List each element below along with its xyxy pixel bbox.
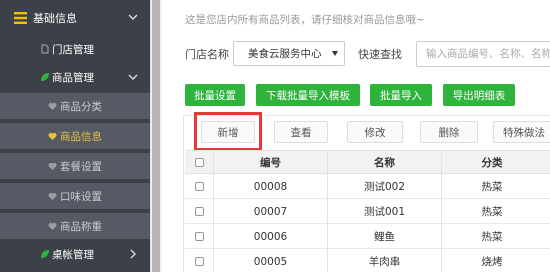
row-checkbox[interactable]	[185, 250, 213, 272]
column-divider	[441, 150, 442, 272]
store-select[interactable]: 美食云服务中心	[233, 41, 345, 66]
download-import-template-button[interactable]: 下载批量导入模板	[256, 84, 360, 106]
column-header-category: 分类	[481, 156, 503, 169]
cell-code: 00008	[253, 180, 288, 193]
sidebar-group-label: 基础信息	[33, 12, 77, 25]
cell-category: 烧烤	[481, 256, 503, 268]
batch-settings-button[interactable]: 批量设置	[185, 84, 245, 106]
select-all-checkbox[interactable]	[185, 151, 213, 173]
sidebar-item-label: 桌帐管理	[52, 248, 94, 261]
cell-code: 00006	[253, 230, 288, 243]
heart-icon	[48, 102, 57, 110]
sidebar: 基础信息 门店管理 商品管理 商品分类 商品信息 套餐设置 口味设置 商品称重 …	[0, 0, 150, 272]
table-row[interactable]: 00006 鲤鱼 热菜	[185, 225, 550, 249]
sidebar-item-label: 商品称重	[60, 220, 102, 233]
sidebar-item-goods-info[interactable]: 商品信息	[0, 123, 150, 149]
sidebar-item-flavor-settings[interactable]: 口味设置	[0, 183, 150, 209]
heart-icon	[48, 162, 57, 170]
leaf-icon	[41, 250, 49, 258]
cell-name: 测试001	[363, 206, 406, 218]
sidebar-item-label: 商品管理	[52, 71, 94, 84]
sidebar-item-table-mgmt[interactable]: 桌帐管理	[0, 241, 150, 267]
cell-name: 鲤鱼	[374, 231, 395, 243]
delete-button[interactable]: 删除	[420, 121, 478, 143]
cell-code: 00007	[253, 205, 288, 218]
checkbox[interactable]	[194, 157, 204, 167]
sidebar-item-label: 套餐设置	[60, 160, 102, 173]
sidebar-item-combo-settings[interactable]: 套餐设置	[0, 153, 150, 179]
row-checkbox[interactable]	[185, 225, 213, 248]
column-header-name: 名称	[374, 156, 395, 169]
cell-category: 热菜	[481, 181, 503, 193]
list-icon	[14, 12, 27, 24]
page-notice: 这是您店内所有商品列表，请仔细核对商品信息哦~	[185, 14, 425, 26]
checkbox[interactable]	[194, 182, 204, 191]
table-header: 编号 名称 分类	[185, 150, 550, 174]
sidebar-item-goods-mgmt[interactable]: 商品管理	[0, 64, 150, 90]
export-details-button[interactable]: 导出明细表	[443, 84, 515, 106]
column-divider	[327, 150, 328, 272]
sidebar-item-goods-category[interactable]: 商品分类	[0, 93, 150, 119]
sidebar-item-store-mgmt[interactable]: 门店管理	[0, 36, 150, 62]
cell-name: 测试002	[363, 181, 406, 193]
add-button-highlight	[194, 112, 262, 151]
sidebar-item-label: 商品分类	[60, 100, 102, 113]
checkbox[interactable]	[194, 257, 204, 266]
sidebar-item-label: 口味设置	[60, 190, 102, 203]
table-row[interactable]: 00007 测试001 热菜	[185, 200, 550, 224]
table-row[interactable]: 00008 测试002 热菜	[185, 175, 550, 199]
cell-code: 00005	[253, 255, 288, 268]
edit-button[interactable]: 修改	[347, 121, 403, 143]
column-divider	[213, 150, 214, 272]
sidebar-group-basic-info[interactable]: 基础信息	[0, 3, 150, 33]
sidebar-item-label: 门店管理	[52, 43, 94, 56]
batch-import-button[interactable]: 批量导入	[370, 84, 432, 106]
caret-down-icon	[332, 51, 338, 56]
heart-icon	[48, 132, 57, 140]
row-checkbox[interactable]	[185, 200, 213, 223]
checkbox[interactable]	[194, 232, 204, 241]
quick-search-label: 快速查找	[358, 48, 402, 61]
heart-icon	[48, 222, 57, 230]
sidebar-scrollbar[interactable]	[152, 0, 160, 272]
cell-category: 热菜	[481, 206, 503, 218]
row-checkbox[interactable]	[185, 175, 213, 198]
sidebar-item-label: 商品信息	[60, 130, 102, 143]
leaf-icon	[41, 73, 49, 81]
sidebar-item-goods-weighing[interactable]: 商品称重	[0, 213, 150, 239]
cell-category: 热菜	[481, 231, 503, 243]
store-name-label: 门店名称	[185, 48, 229, 61]
checkbox[interactable]	[194, 207, 204, 216]
view-button[interactable]: 查看	[274, 121, 328, 143]
chevron-down-icon	[128, 74, 138, 80]
file-icon	[41, 44, 49, 54]
chevron-down-icon	[128, 14, 138, 20]
store-select-value: 美食云服务中心	[248, 48, 322, 60]
heart-icon	[48, 192, 57, 200]
chevron-right-icon	[130, 249, 136, 259]
cell-name: 羊肉串	[368, 256, 401, 268]
column-header-code: 编号	[260, 156, 281, 169]
table-row[interactable]: 00005 羊肉串 烧烤	[185, 250, 550, 272]
special-method-button[interactable]: 特殊做法	[493, 121, 550, 143]
search-input[interactable]	[416, 41, 550, 67]
